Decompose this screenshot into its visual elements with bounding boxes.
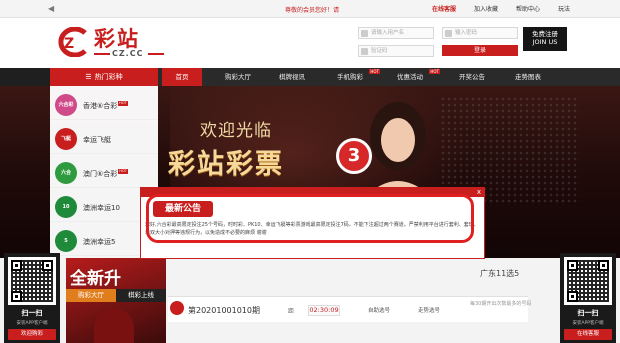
countdown-label: 距	[288, 308, 295, 315]
nav-promotions[interactable]: 优惠活动 HOT	[388, 68, 440, 86]
logo-divider	[148, 53, 164, 55]
mascot-image	[94, 308, 134, 343]
nav-mobile-lottery[interactable]: 手机购彩 HOT	[328, 68, 380, 86]
qr-code-icon[interactable]	[564, 257, 612, 305]
close-icon[interactable]: x	[477, 188, 481, 197]
annotation-highlight	[146, 194, 474, 243]
hot-badge: HOT	[369, 69, 380, 74]
draw-lottery-title[interactable]: 广东11选5	[480, 268, 519, 279]
help-center-link[interactable]: 帮助中心	[516, 4, 540, 13]
logo-divider	[94, 53, 110, 55]
lottery-name: 幸运飞艇	[83, 136, 111, 144]
qr-sub-label: 安装APP客户端	[16, 321, 48, 326]
list-item[interactable]: 飞艇 幸运飞艇	[50, 124, 158, 154]
password-placeholder: 输入密码	[455, 30, 478, 36]
lottery-name: 澳洲幸运5	[83, 238, 116, 246]
welcome-buy-button[interactable]: 欢迎购彩	[8, 329, 56, 340]
captcha-input[interactable]: 验证码	[358, 45, 434, 57]
clock-icon	[170, 301, 184, 315]
list-item[interactable]: 六合 澳门⑥合彩 HOT	[50, 158, 158, 188]
nav-trend-charts[interactable]: 走势图表	[506, 68, 550, 86]
hot-badge: HOT	[429, 69, 440, 74]
qr-scan-label: 扫一扫	[577, 309, 599, 317]
hot-lottery-label: 热门彩种	[94, 73, 123, 81]
lottery-name: 澳洲幸运10	[83, 204, 120, 212]
nav-promotions-label: 优惠活动	[397, 73, 423, 81]
hot-badge: HOT	[118, 169, 128, 174]
right-qr-widget: 扫一扫 安装APP客户端 在线客服	[560, 253, 616, 343]
captcha-placeholder: 验证码	[371, 48, 388, 54]
nav-spacer	[0, 68, 50, 86]
qr-corner	[11, 260, 22, 271]
draw-period: 第20201001010期	[188, 306, 260, 315]
promo-ribbon: 购彩大厅 棋彩上线	[66, 289, 166, 302]
logo-domain: CZ.CC	[112, 49, 144, 58]
register-label: 免费注册	[532, 30, 558, 38]
logo-icon[interactable]: Z	[55, 27, 91, 57]
trend-pick-link[interactable]: 走势选号	[418, 306, 440, 314]
nav-chess-video[interactable]: 棋牌视讯	[270, 68, 314, 86]
qr-sub-label: 安装APP客户端	[572, 321, 604, 326]
online-service-link[interactable]: 在线客服	[432, 4, 456, 13]
promo-banner[interactable]: 全新升 购彩大厅 棋彩上线	[66, 258, 166, 343]
nav-mobile-label: 手机购彩	[337, 73, 363, 81]
list-icon: ☰	[85, 73, 92, 81]
draw-hot-numbers-label: 每30期开出次数最多的号码	[470, 301, 532, 307]
register-sub-label: JOIN US	[532, 38, 558, 46]
header: Z 彩站 CZ.CC 请输入用户名 输入密码 验证码 登录 免费注册 JOIN …	[0, 18, 620, 66]
lottery-ball-icon: 3	[336, 138, 372, 174]
nav-draw-results[interactable]: 开奖公告	[450, 68, 494, 86]
qr-scan-label: 扫一扫	[21, 309, 43, 317]
svg-text:Z: Z	[64, 36, 74, 52]
promo-right-label: 棋彩上线	[116, 289, 166, 302]
shield-icon	[361, 48, 368, 55]
username-placeholder: 请输入用户名	[371, 30, 405, 36]
lottery-logo-icon: 六合彩	[55, 94, 77, 116]
top-bar: ◀ 尊敬的会员您好！请 在线客服 加入收藏 帮助中心 玩法	[0, 0, 620, 18]
nav-home[interactable]: 首页	[162, 68, 202, 86]
hot-badge: HOT	[118, 101, 128, 106]
banner-welcome: 欢迎光临	[200, 121, 272, 141]
lottery-name: 澳门⑥合彩 HOT	[83, 169, 128, 178]
lottery-logo-icon: 5	[55, 230, 77, 252]
lottery-logo-icon: 10	[55, 196, 77, 218]
countdown-timer: 02:30:09	[308, 305, 340, 316]
qr-corner	[567, 291, 578, 302]
nav-lottery-hall[interactable]: 购彩大厅	[216, 68, 260, 86]
lottery-name: 香港⑥合彩 HOT	[83, 101, 128, 110]
qr-corner	[42, 260, 53, 271]
how-to-play-link[interactable]: 玩法	[558, 4, 570, 13]
qr-corner	[567, 260, 578, 271]
password-input[interactable]: 输入密码	[442, 27, 518, 39]
lottery-logo-icon: 飞艇	[55, 128, 77, 150]
promo-left-label: 购彩大厅	[66, 289, 116, 302]
qr-code-icon[interactable]	[8, 257, 56, 305]
username-input[interactable]: 请输入用户名	[358, 27, 434, 39]
lottery-logo-icon: 六合	[55, 162, 77, 184]
online-service-button[interactable]: 在线客服	[564, 329, 612, 340]
login-button[interactable]: 登录	[442, 45, 518, 56]
top-links: 在线客服 加入收藏 帮助中心 玩法	[432, 4, 570, 13]
promo-title: 全新升	[70, 269, 121, 289]
left-qr-widget: 扫一扫 安装APP客户端 欢迎购彩	[4, 253, 60, 343]
lock-icon	[445, 30, 452, 37]
user-icon	[361, 30, 368, 37]
qr-corner	[11, 291, 22, 302]
register-button[interactable]: 免费注册 JOIN US	[523, 27, 567, 51]
banner-brand: 彩站彩票	[168, 149, 284, 180]
welcome-notice: 尊敬的会员您好！请	[285, 7, 340, 14]
main-nav: ☰ 热门彩种 首页 购彩大厅 棋牌视讯 手机购彩 HOT 优惠活动 HOT 开奖…	[0, 68, 620, 86]
add-favorite-link[interactable]: 加入收藏	[474, 4, 498, 13]
self-pick-link[interactable]: 自助选号	[368, 306, 390, 314]
hot-lottery-tab[interactable]: ☰ 热门彩种	[50, 68, 158, 86]
speaker-icon[interactable]: ◀	[48, 4, 54, 13]
list-item[interactable]: 六合彩 香港⑥合彩 HOT	[50, 90, 158, 120]
qr-corner	[598, 260, 609, 271]
